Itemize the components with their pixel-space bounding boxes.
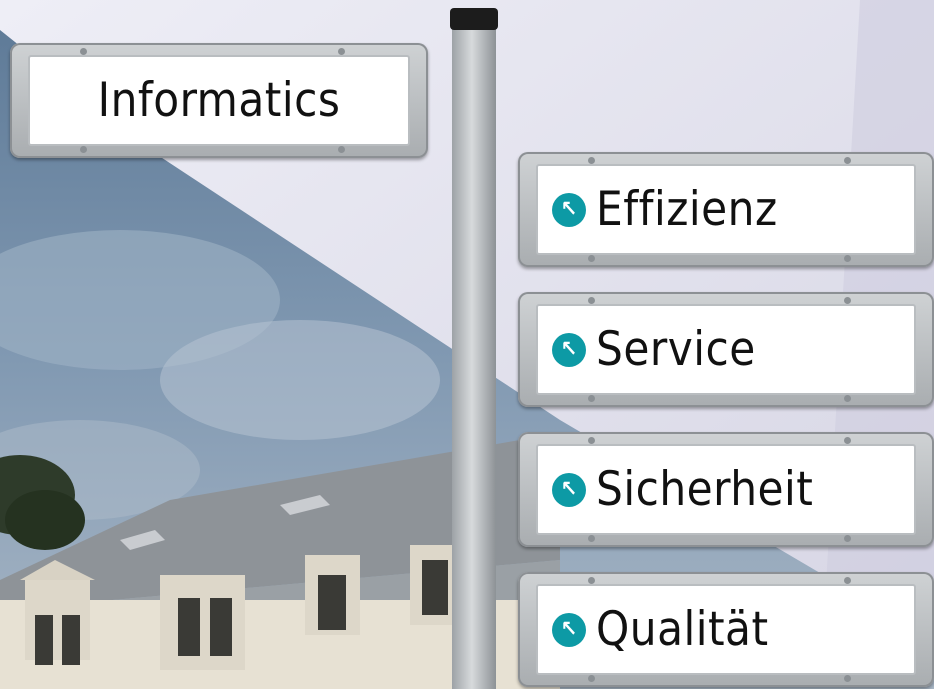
- rivet: [588, 577, 595, 584]
- rivet: [338, 146, 345, 153]
- sign-plate: ↖ Service: [536, 304, 916, 395]
- rivet: [844, 157, 851, 164]
- arrow-up-left-icon: ↖: [552, 472, 586, 507]
- arrow-up-left-icon: ↖: [552, 332, 586, 367]
- arrow-up-left-icon: ↖: [552, 192, 586, 227]
- rivet: [588, 157, 595, 164]
- rivet: [338, 48, 345, 55]
- arrow-up-left-icon: ↖: [552, 612, 586, 647]
- rivet: [844, 675, 851, 682]
- rivet: [844, 577, 851, 584]
- sign-service-label: Service: [596, 322, 756, 377]
- rivet: [588, 675, 595, 682]
- rivet: [844, 437, 851, 444]
- sign-sicherheit[interactable]: ↖ Sicherheit: [518, 432, 934, 547]
- rivet: [588, 255, 595, 262]
- rivet: [588, 395, 595, 402]
- rivet: [844, 395, 851, 402]
- rivet: [80, 48, 87, 55]
- sign-plate: ↖ Effizienz: [536, 164, 916, 255]
- sign-sicherheit-label: Sicherheit: [596, 462, 814, 517]
- sign-service[interactable]: ↖ Service: [518, 292, 934, 407]
- rivet: [80, 146, 87, 153]
- sign-plate: Informatics: [28, 55, 410, 146]
- rivet: [588, 297, 595, 304]
- rivet: [588, 437, 595, 444]
- sign-effizienz-label: Effizienz: [596, 182, 778, 237]
- rivet: [844, 297, 851, 304]
- sign-effizienz[interactable]: ↖ Effizienz: [518, 152, 934, 267]
- rivet: [588, 535, 595, 542]
- sign-plate: ↖ Sicherheit: [536, 444, 916, 535]
- sign-plate: ↖ Qualität: [536, 584, 916, 675]
- signpost-scene: Informatics ↖ Effizienz ↖ Service ↖ Sich…: [0, 0, 934, 689]
- sign-informatics: Informatics: [10, 43, 428, 158]
- rivet: [844, 255, 851, 262]
- rivet: [844, 535, 851, 542]
- sign-informatics-label: Informatics: [97, 73, 341, 128]
- sign-qualitaet[interactable]: ↖ Qualität: [518, 572, 934, 687]
- sign-qualitaet-label: Qualität: [596, 602, 769, 657]
